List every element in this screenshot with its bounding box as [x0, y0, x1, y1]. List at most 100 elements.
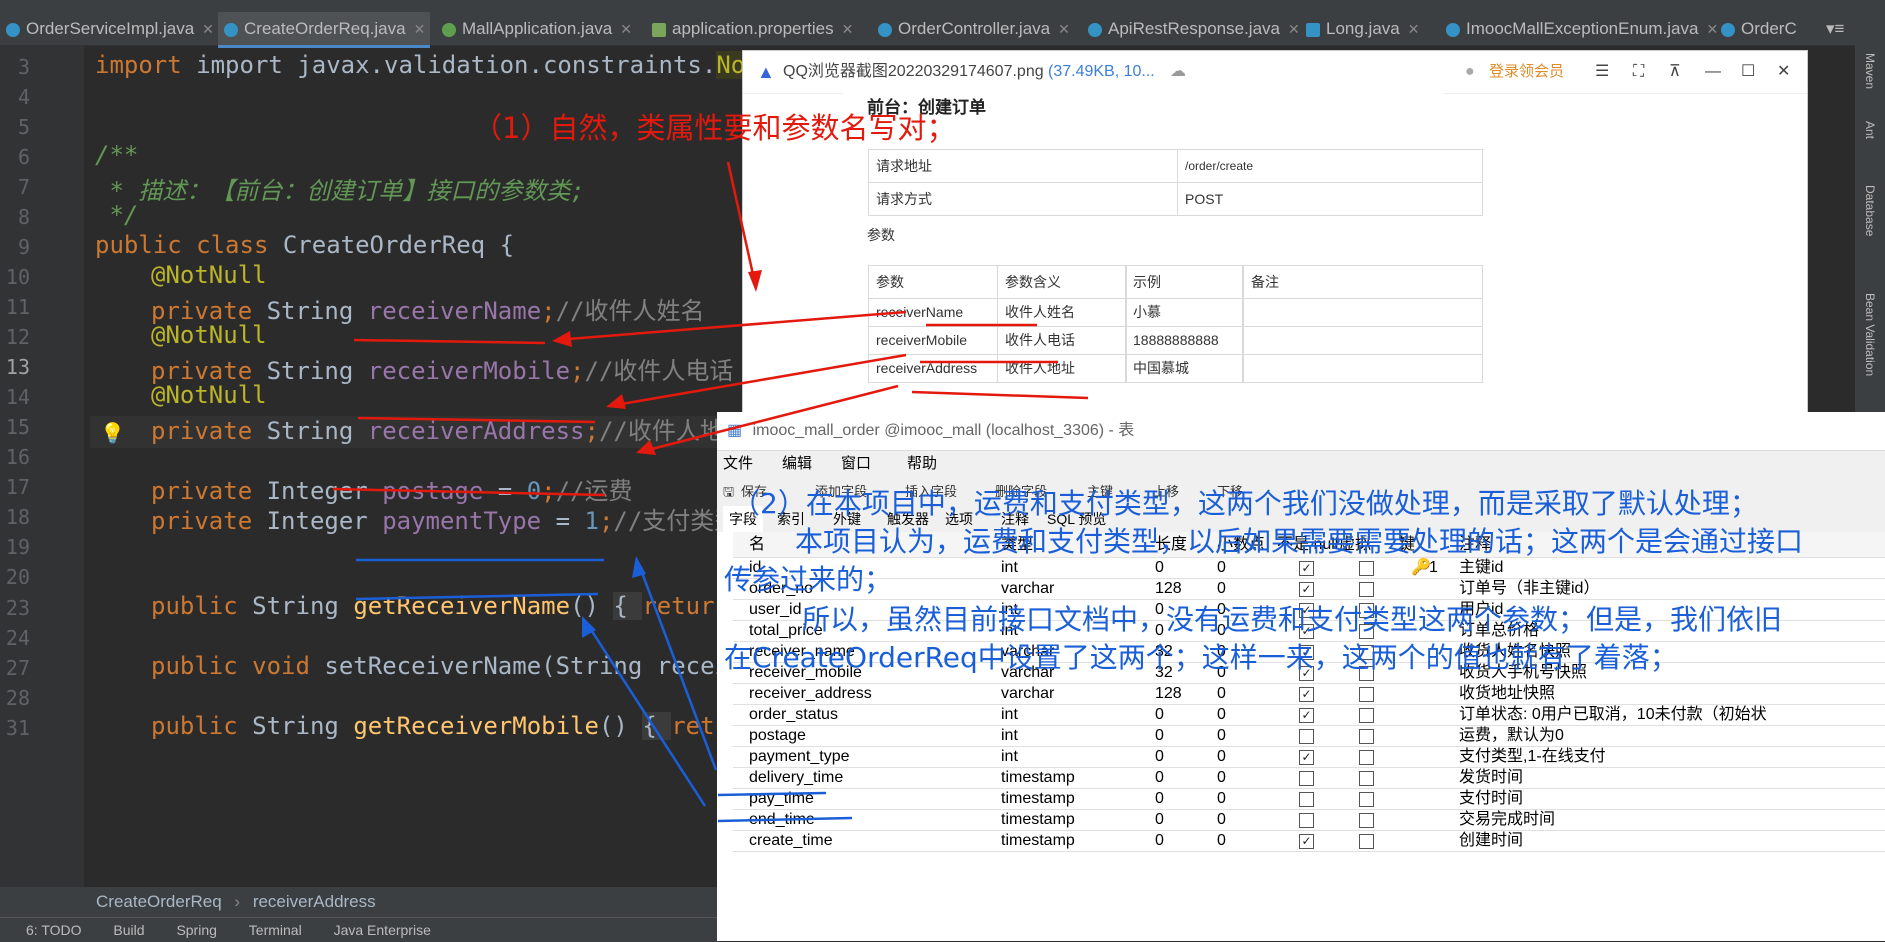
not-null-checkbox[interactable]: ✓ [1299, 561, 1314, 576]
tab-application-properties[interactable]: application.properties ✕ [646, 12, 874, 45]
virtual-checkbox[interactable] [1359, 771, 1374, 786]
not-null-checkbox[interactable]: ✓ [1299, 582, 1314, 597]
grid-cell[interactable]: 收货地址快照 [1459, 683, 1555, 704]
grid-cell[interactable]: 0 [1155, 557, 1164, 578]
virtual-checkbox[interactable] [1359, 561, 1374, 576]
virtual-checkbox[interactable] [1359, 750, 1374, 765]
grid-cell[interactable]: 0 [1217, 767, 1226, 788]
menu-file[interactable]: 文件 [723, 450, 753, 478]
grid-cell[interactable]: 发货时间 [1459, 767, 1523, 788]
grid-cell[interactable]: 0 [1217, 683, 1226, 704]
virtual-checkbox[interactable] [1359, 708, 1374, 723]
tab-createorderreq[interactable]: CreateOrderReq.java ✕ [218, 12, 430, 48]
close-icon[interactable]: ✕ [1288, 21, 1300, 37]
grid-cell[interactable]: varchar [1001, 683, 1054, 704]
grid-cell[interactable]: 1 [1429, 557, 1438, 578]
grid-cell[interactable]: 0 [1217, 788, 1226, 809]
not-null-checkbox[interactable]: ✓ [1299, 834, 1314, 849]
grid-cell[interactable]: 0 [1217, 704, 1226, 725]
table-row[interactable]: payment_type int 0 0 ✓ 支付类型,1-在线支付 [733, 746, 1885, 768]
tab-imoocmallexceptionenum[interactable]: ImoocMallExceptionEnum.java ✕ [1440, 12, 1718, 45]
pin-icon[interactable]: ⊼ [1669, 51, 1681, 93]
tab-apirestresponse[interactable]: ApiRestResponse.java ✕ [1082, 12, 1304, 45]
grid-cell[interactable]: 订单状态: 0用户已取消，10未付款（初始状 [1459, 704, 1767, 725]
grid-header-cell[interactable]: 名 [749, 532, 765, 557]
grid-cell[interactable]: 0 [1155, 704, 1164, 725]
java-enterprise-tool-button[interactable]: Java Enterprise [334, 922, 431, 938]
lightbulb-icon[interactable]: 💡 [100, 421, 125, 445]
grid-cell[interactable]: 0 [1155, 767, 1164, 788]
grid-cell[interactable]: timestamp [1001, 809, 1075, 830]
login-vip-link[interactable]: 登录领会员 [1489, 51, 1564, 93]
grid-cell[interactable]: int [1001, 704, 1018, 725]
close-icon[interactable]: ✕ [1777, 51, 1790, 93]
grid-cell[interactable]: 支付时间 [1459, 788, 1523, 809]
minimize-icon[interactable]: — [1705, 51, 1721, 93]
grid-cell[interactable]: 交易完成时间 [1459, 809, 1555, 830]
table-row[interactable]: id int 0 0 ✓ 🔑 1 主键id [733, 557, 1885, 579]
grid-cell[interactable]: int [1001, 725, 1018, 746]
tab-mallapplication[interactable]: MallApplication.java ✕ [436, 12, 648, 45]
grid-cell[interactable]: create_time [749, 830, 833, 851]
table-row[interactable]: create_time timestamp 0 0 ✓ 创建时间 [733, 830, 1885, 852]
code-editor[interactable]: 💡 import import javax.validation.constra… [0, 45, 832, 887]
grid-cell[interactable]: 创建时间 [1459, 830, 1523, 851]
table-row[interactable]: delivery_time timestamp 0 0 发货时间 [733, 767, 1885, 789]
menu-window[interactable]: 窗口 [841, 450, 871, 478]
grid-cell[interactable]: 0 [1155, 725, 1164, 746]
grid-cell[interactable]: 0 [1155, 788, 1164, 809]
table-row[interactable]: order_no varchar 128 0 ✓ 订单号（非主键id） [733, 578, 1885, 600]
not-null-checkbox[interactable]: ✓ [1299, 687, 1314, 702]
virtual-checkbox[interactable] [1359, 813, 1374, 828]
grid-cell[interactable]: end_time [749, 809, 815, 830]
grid-cell[interactable]: payment_type [749, 746, 850, 767]
grid-cell[interactable]: receiver_address [749, 683, 872, 704]
close-icon[interactable]: ✕ [1058, 21, 1070, 37]
close-icon[interactable]: ✕ [202, 21, 214, 37]
user-avatar-icon[interactable]: ● [1465, 51, 1475, 93]
table-row[interactable]: order_status int 0 0 ✓ 订单状态: 0用户已取消，10未付款（初始状 [733, 704, 1885, 726]
grid-cell[interactable]: 128 [1155, 683, 1182, 704]
tab-long[interactable]: Long.java ✕ [1300, 12, 1440, 45]
grid-cell[interactable]: 128 [1155, 578, 1182, 599]
virtual-checkbox[interactable] [1359, 792, 1374, 807]
not-null-checkbox[interactable] [1299, 813, 1314, 828]
ant-tool-button[interactable]: Ant [1863, 121, 1877, 139]
breadcrumb-class[interactable]: CreateOrderReq [96, 892, 222, 911]
grid-cell[interactable]: 0 [1155, 809, 1164, 830]
database-tool-button[interactable]: Database [1863, 185, 1877, 236]
virtual-checkbox[interactable] [1359, 687, 1374, 702]
menu-icon[interactable]: ☰ [1595, 51, 1609, 93]
tab-orderc[interactable]: OrderC [1715, 12, 1825, 45]
not-null-checkbox[interactable]: ✓ [1299, 708, 1314, 723]
terminal-tool-button[interactable]: Terminal [249, 922, 302, 938]
grid-cell[interactable]: 0 [1217, 830, 1226, 851]
grid-cell[interactable]: 0 [1217, 746, 1226, 767]
grid-cell[interactable]: postage [749, 725, 806, 746]
grid-cell[interactable]: delivery_time [749, 767, 843, 788]
grid-cell[interactable]: 0 [1155, 830, 1164, 851]
grid-cell[interactable]: 0 [1217, 578, 1226, 599]
fullscreen-icon[interactable]: ⛶ [1633, 51, 1644, 93]
grid-cell[interactable]: timestamp [1001, 788, 1075, 809]
tab-overflow-menu[interactable]: ▾≡ [1826, 12, 1856, 45]
grid-cell[interactable]: varchar [1001, 578, 1054, 599]
maven-tool-button[interactable]: Maven [1863, 53, 1877, 89]
grid-cell[interactable]: 0 [1217, 809, 1226, 830]
grid-cell[interactable]: order_status [749, 704, 838, 725]
build-tool-button[interactable]: Build [113, 922, 144, 938]
close-icon[interactable]: ✕ [842, 21, 854, 37]
table-row[interactable]: receiver_address varchar 128 0 ✓ 收货地址快照 [733, 683, 1885, 705]
todo-tool-button[interactable]: 6: TODO [26, 922, 82, 938]
grid-cell[interactable]: 主键id [1459, 557, 1503, 578]
grid-cell[interactable]: timestamp [1001, 830, 1075, 851]
table-row[interactable]: postage int 0 0 运费，默认为0 [733, 725, 1885, 747]
close-icon[interactable]: ✕ [1408, 21, 1420, 37]
grid-cell[interactable]: int [1001, 746, 1018, 767]
grid-cell[interactable]: 订单号（非主键id） [1459, 578, 1599, 599]
virtual-checkbox[interactable] [1359, 582, 1374, 597]
menu-help[interactable]: 帮助 [907, 450, 937, 478]
maximize-icon[interactable]: ☐ [1741, 51, 1755, 93]
menu-edit[interactable]: 编辑 [782, 450, 812, 478]
cloud-upload-icon[interactable]: ☁ [1170, 51, 1186, 93]
